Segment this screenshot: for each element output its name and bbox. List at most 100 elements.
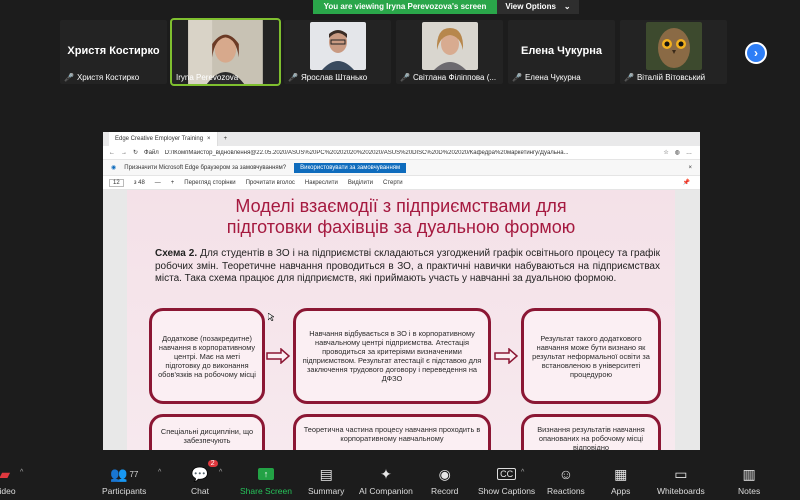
- captions-icon: CC: [497, 468, 517, 480]
- participant-tile[interactable]: 🎤 Віталій Вітовський: [620, 20, 727, 84]
- erase-button[interactable]: Стерти: [383, 180, 403, 186]
- draw-button[interactable]: Накреслити: [305, 180, 338, 186]
- forward-icon[interactable]: →: [121, 150, 127, 156]
- meeting-window: You are viewing Iryna Perevozova's scree…: [0, 0, 800, 500]
- show-captions-label: Show Captions: [478, 486, 536, 496]
- participant-name: Світлана Філіппова (...: [412, 73, 497, 82]
- notes-icon: ▥: [742, 465, 756, 482]
- viewing-message: You are viewing Iryna Perevozova's scree…: [313, 0, 497, 14]
- url-field[interactable]: D:/ІКомпМайстор_відновлення@22.05.2020/A…: [165, 150, 658, 156]
- apps-label: Apps: [611, 486, 631, 496]
- ai-companion-button[interactable]: ✦ AI Companion: [359, 464, 413, 497]
- participants-button[interactable]: 👥 77 Participants: [102, 464, 147, 497]
- page-total: з 48: [133, 179, 145, 186]
- chevron-up-icon[interactable]: ^: [20, 469, 23, 476]
- chat-badge: 2: [207, 460, 218, 467]
- profile-icon[interactable]: ◍: [675, 149, 680, 156]
- video-button[interactable]: ▰ Video: [0, 464, 16, 497]
- chat-label: Chat: [191, 486, 209, 496]
- back-icon[interactable]: ←: [109, 150, 115, 156]
- summary-icon: ▤: [319, 465, 333, 482]
- chevron-up-icon[interactable]: ^: [521, 469, 524, 476]
- summary-button[interactable]: ▤ Summary: [308, 464, 345, 497]
- view-options-button[interactable]: View Options ⌄: [497, 0, 579, 14]
- mic-muted-icon: 🎤: [512, 73, 522, 82]
- chevron-up-icon[interactable]: ^: [219, 469, 222, 476]
- diagram-box: Спеціальні дисципліни, що забезпечують: [149, 414, 265, 450]
- flow-arrow-icon: [266, 348, 291, 364]
- close-icon[interactable]: ×: [688, 165, 692, 171]
- zoom-out-icon[interactable]: —: [155, 180, 161, 186]
- scheme-label: Схема 2.: [155, 248, 198, 259]
- participants-label: Participants: [102, 486, 147, 496]
- show-captions-button[interactable]: CC Show Captions: [478, 464, 535, 496]
- participant-tile-active[interactable]: Iryna Perevozova: [170, 18, 281, 86]
- screen-share-banner: You are viewing Iryna Perevozova's scree…: [313, 0, 579, 14]
- share-screen-label: Share Screen: [240, 486, 292, 496]
- diagram-box: Теоретична частина процесу навчання прох…: [293, 414, 491, 450]
- pin-icon[interactable]: 📌: [683, 179, 690, 186]
- participant-display-name: Христя Костирко: [67, 45, 160, 57]
- slide-title: Моделі взаємодії з підприємствами для пі…: [127, 196, 675, 238]
- diagram-box: Додаткове (позакредитне) навчання в корп…: [149, 308, 265, 404]
- page-number-input[interactable]: 12: [109, 178, 124, 187]
- browser-tab[interactable]: Edge Creative Employer Training ×: [109, 132, 218, 146]
- record-button[interactable]: ◉ Record: [431, 464, 458, 497]
- participant-tile[interactable]: 🎤 Світлана Філіппова (...: [396, 20, 503, 84]
- share-screen-button[interactable]: ↑ Share Screen: [240, 464, 292, 496]
- reactions-label: Reactions: [547, 486, 585, 496]
- participant-video: [422, 22, 478, 70]
- participant-avatar-owl: [646, 22, 702, 70]
- read-aloud-button[interactable]: Прочитати вголос: [246, 180, 295, 186]
- set-default-button[interactable]: Використовувати за замовчуванням: [294, 162, 407, 173]
- diagram-box: Результат такого додаткового навчання мо…: [521, 308, 661, 404]
- participant-tile[interactable]: Елена Чукурна 🎤 Елена Чукурна: [508, 20, 615, 84]
- edge-icon: ◉: [111, 165, 117, 171]
- video-label: Video: [0, 486, 16, 496]
- participant-tile[interactable]: 🎤 Ярослав Штанько: [284, 20, 391, 84]
- address-bar: ← → ↻ Файл D:/ІКомпМайстор_відновлення@2…: [103, 146, 700, 160]
- whiteboard-icon: ▭: [674, 465, 688, 482]
- chevron-down-icon: ⌄: [563, 2, 571, 11]
- mouse-cursor-icon: [268, 313, 274, 321]
- ai-companion-label: AI Companion: [359, 486, 413, 496]
- close-icon[interactable]: ×: [207, 136, 211, 142]
- participant-tile[interactable]: Христя Костирко 🎤 Христя Костирко: [60, 20, 167, 84]
- mic-muted-icon: 🎤: [64, 73, 74, 82]
- notes-label: Notes: [738, 486, 761, 496]
- summary-label: Summary: [308, 486, 345, 496]
- pdf-toolbar: 12 з 48 — + Перегляд сторінки Прочитати …: [103, 176, 700, 190]
- page-view-button[interactable]: Перегляд сторінки: [184, 180, 235, 186]
- sparkle-icon: ✦: [380, 465, 392, 482]
- mic-muted-icon: 🎤: [288, 73, 298, 82]
- file-label: Файл: [144, 149, 159, 156]
- chat-button[interactable]: 💬 2 Chat: [191, 460, 218, 496]
- new-tab-icon[interactable]: +: [224, 136, 228, 142]
- whiteboards-button[interactable]: ▭ Whiteboards: [657, 464, 705, 497]
- chevron-up-icon[interactable]: ^: [158, 469, 161, 476]
- favorites-icon[interactable]: ☆: [663, 149, 668, 156]
- slide-title-line1: Моделі взаємодії з підприємствами для: [235, 196, 567, 216]
- notes-button[interactable]: ▥ Notes: [738, 464, 761, 497]
- pdf-page: Моделі взаємодії з підприємствами для пі…: [127, 190, 675, 450]
- highlight-button[interactable]: Виділити: [348, 180, 373, 186]
- participant-gallery: Христя Костирко 🎤 Христя Костирко Iryna P…: [60, 18, 727, 86]
- record-icon: ◉: [438, 465, 451, 482]
- mic-muted-icon: 🎤: [400, 73, 410, 82]
- participant-name: Iryna Perevozova: [176, 73, 239, 82]
- zoom-in-icon[interactable]: +: [171, 180, 175, 186]
- apps-icon: ▦: [614, 465, 628, 482]
- participant-name: Елена Чукурна: [524, 73, 581, 82]
- more-icon[interactable]: …: [686, 150, 692, 156]
- browser-tabbar: Edge Creative Employer Training × +: [103, 132, 700, 146]
- refresh-icon[interactable]: ↻: [133, 149, 138, 156]
- reactions-button[interactable]: ☺ Reactions: [547, 464, 585, 496]
- apps-button[interactable]: ▦ Apps: [611, 464, 631, 497]
- slide-title-line2: підготовки фахівців за дуальною формою: [226, 217, 576, 237]
- whiteboards-label: Whiteboards: [657, 486, 705, 496]
- diagram-box: Навчання відбувається в ЗО і в корпорати…: [293, 308, 491, 404]
- video-off-icon: ▰: [0, 465, 11, 482]
- scheme-text: Для студентів в ЗО і на підприємстві скл…: [155, 248, 660, 284]
- mic-muted-icon: 🎤: [624, 73, 634, 82]
- gallery-next-icon[interactable]: ›: [745, 42, 767, 64]
